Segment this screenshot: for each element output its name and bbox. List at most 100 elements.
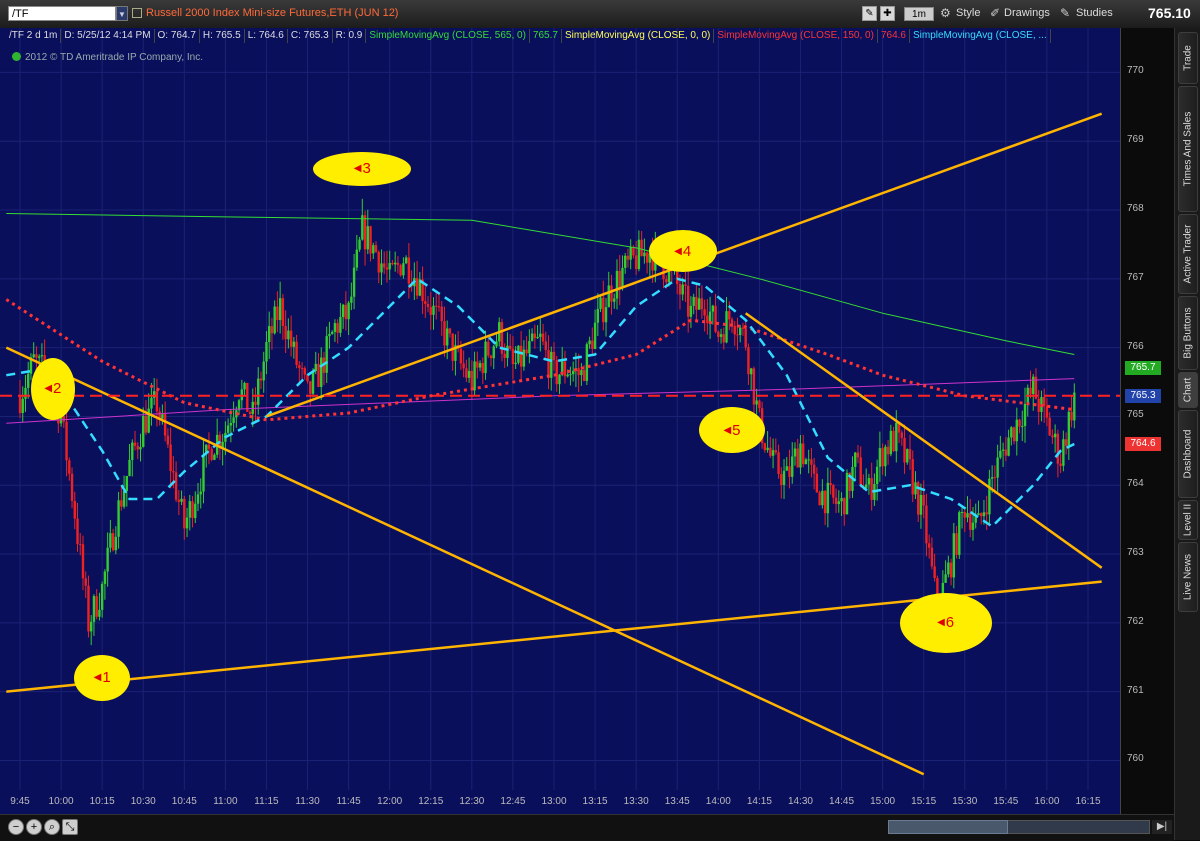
candle-body	[763, 443, 767, 451]
candle-body	[109, 533, 112, 548]
candle-body	[73, 500, 76, 519]
candle-body	[37, 356, 41, 358]
candle-body	[643, 252, 646, 257]
pan-icon[interactable]: ⤡	[62, 819, 78, 835]
candle-body	[733, 325, 736, 335]
candle-body	[185, 517, 189, 529]
candle-body	[780, 474, 783, 485]
study-sma565-label[interactable]: SimpleMovingAvg (CLOSE, 565, 0)	[366, 29, 530, 43]
candle-body	[749, 368, 753, 375]
studies-button[interactable]: Studies	[1076, 7, 1113, 19]
candle-body	[744, 328, 747, 348]
candle-body	[684, 284, 687, 286]
candle-body	[314, 363, 317, 372]
scrollbar-thumb[interactable]	[888, 820, 1008, 834]
chart-canvas[interactable]	[0, 28, 1120, 790]
price-tick: 761	[1127, 684, 1144, 696]
tab-level-ii[interactable]: Level II	[1178, 500, 1198, 540]
candle-body	[213, 454, 216, 460]
candle-body	[971, 522, 975, 530]
crosshair-icon[interactable]: ✚	[880, 6, 895, 21]
callout-1[interactable]: ◀ 1	[74, 654, 131, 701]
study-sma0-label[interactable]: SimpleMovingAvg (CLOSE, 0, 0)	[562, 29, 715, 43]
study-sma150-label[interactable]: SimpleMovingAvg (CLOSE, 150, 0)	[714, 29, 878, 43]
candle-body	[404, 257, 408, 264]
candle-body	[103, 571, 107, 584]
callout-4[interactable]: ◀ 4	[648, 230, 717, 273]
tab-dashboard[interactable]: Dashboard	[1178, 410, 1198, 498]
zoom-area-icon[interactable]: ⌕	[44, 819, 60, 835]
candle-body	[777, 452, 780, 475]
candle-body	[369, 226, 372, 254]
candle-body	[747, 347, 750, 375]
candle-body	[536, 336, 539, 339]
candle-body	[626, 255, 630, 260]
candle-body	[21, 398, 24, 413]
copyright-notice: 2012 © TD Ameritrade IP Company, Inc.	[12, 52, 203, 63]
candle-body	[144, 415, 148, 433]
tab-chart[interactable]: Chart	[1178, 372, 1198, 408]
candle-body	[637, 239, 641, 270]
candle-body	[695, 296, 698, 310]
candle-body	[1021, 426, 1024, 428]
callout-2[interactable]: ◀ 2	[30, 357, 75, 420]
tab-live-news[interactable]: Live News	[1178, 542, 1198, 612]
callout-3[interactable]: ◀ 3	[313, 151, 412, 186]
candle-body	[459, 348, 463, 364]
symbol-period-label: /TF 2 d 1m	[6, 29, 62, 43]
candle-body	[769, 447, 772, 456]
candle-body	[210, 448, 213, 460]
style-button[interactable]: Style	[956, 7, 980, 19]
candle-body	[908, 449, 912, 460]
candle-body	[886, 446, 890, 455]
candle-body	[462, 363, 465, 369]
price-axis[interactable]: 770 769 768 767 766 765 764 763 762 761 760 765.7 76…	[1120, 28, 1175, 814]
candle-body	[259, 378, 263, 381]
scroll-end-button[interactable]: ▶|	[1152, 820, 1172, 834]
candle-body	[799, 443, 802, 468]
candle-body	[1001, 449, 1005, 451]
price-tick: 767	[1127, 271, 1144, 283]
time-tick: 11:30	[295, 796, 320, 807]
symbol-dropdown-button[interactable]: ▼	[116, 6, 128, 21]
bar-range: R: 0.9	[333, 29, 367, 43]
tab-times-and-sales[interactable]: Times And Sales	[1178, 86, 1198, 212]
candle-body	[577, 368, 580, 376]
zoom-in-icon[interactable]: +	[26, 819, 42, 835]
candle-body	[812, 464, 816, 474]
zoom-out-icon[interactable]: −	[8, 819, 24, 835]
candle-body	[199, 491, 202, 495]
cursor-icon[interactable]: ✎	[862, 6, 877, 21]
tab-trade[interactable]: Trade	[1178, 32, 1198, 84]
callout-6[interactable]: ◀ 6	[899, 592, 992, 653]
candle-body	[106, 547, 109, 572]
price-chart[interactable]	[0, 28, 1120, 814]
candle-body	[585, 344, 589, 381]
tab-active-trader[interactable]: Active Trader	[1178, 214, 1198, 294]
side-tabs: Trade Times And Sales Active Trader Big But…	[1174, 28, 1200, 840]
candle-body	[810, 459, 813, 465]
candle-body	[68, 460, 71, 474]
candle-body	[333, 323, 337, 332]
candle-body	[618, 270, 621, 288]
candle-body	[32, 354, 35, 358]
candle-body	[385, 267, 389, 270]
candle-body	[1007, 437, 1010, 456]
study-sma-fast-label[interactable]: SimpleMovingAvg (CLOSE, ...	[910, 29, 1051, 43]
candle-body	[766, 447, 769, 451]
symbol-info-icon[interactable]	[132, 8, 142, 18]
tab-big-buttons[interactable]: Big Buttons	[1178, 296, 1198, 370]
symbol-input[interactable]: /TF	[8, 6, 116, 21]
bottom-bar: − + ⌕ ⤡ ▶|	[0, 814, 1174, 841]
candle-body	[111, 533, 115, 551]
candle-body	[807, 459, 810, 461]
candle-body	[298, 365, 301, 368]
candle-body	[771, 450, 775, 456]
candle-body	[481, 363, 484, 374]
time-axis[interactable]: 9:45 10:00 10:15 10:30 10:45 11:00 11:15 11:30 1…	[0, 790, 1120, 814]
drawings-button[interactable]: Drawings	[1004, 7, 1050, 19]
period-button[interactable]: 1m	[904, 7, 934, 21]
time-tick: 13:00	[541, 796, 567, 807]
candle-body	[889, 430, 893, 455]
callout-5[interactable]: ◀ 5	[699, 407, 765, 454]
